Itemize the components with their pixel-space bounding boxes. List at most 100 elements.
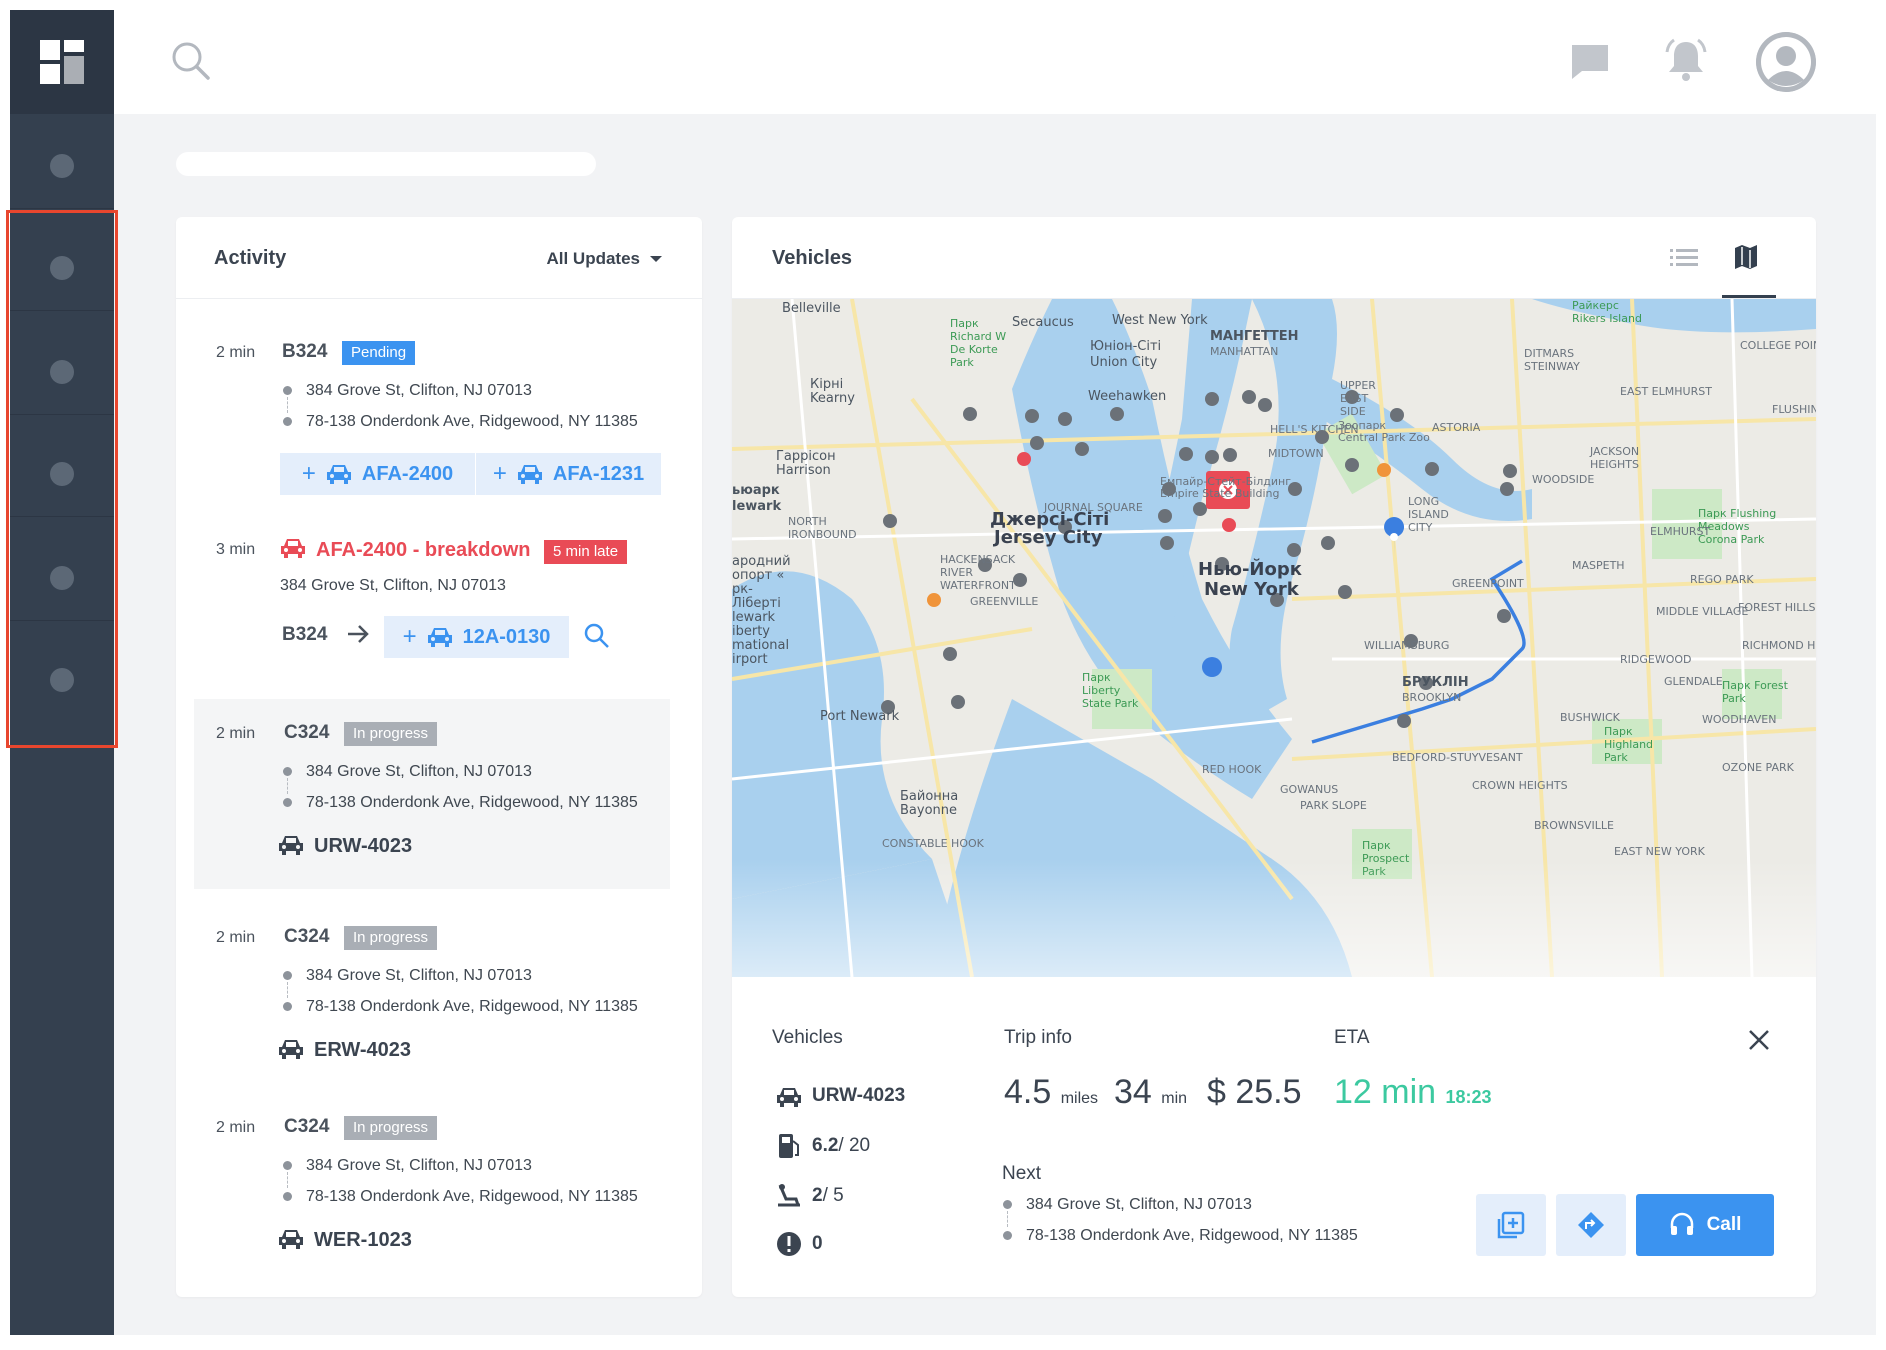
late-badge: 5 min late (544, 540, 628, 564)
activity-entry[interactable]: 2 min C324 In progress 384 Grove St, Cli… (176, 907, 702, 1097)
map-label: Harrison (776, 463, 831, 478)
map-label: New York (1204, 579, 1299, 600)
vehicle-id: 12A-0130 (462, 625, 551, 648)
avatar[interactable] (1756, 32, 1816, 92)
close-icon[interactable] (1748, 1029, 1770, 1051)
map-label: Union City (1090, 355, 1158, 370)
activity-entry[interactable]: 2 min B324 Pending 384 Grove St, Clifton… (176, 299, 702, 499)
minutes-unit: min (1161, 1090, 1188, 1107)
pickup-address: 384 Grove St, Clifton, NJ 07013 (306, 1157, 532, 1174)
map-label: Kearny (810, 391, 855, 406)
pickup-dot-icon (283, 971, 292, 980)
map-label: Weehawken (1088, 389, 1167, 404)
dashboard-logo-icon[interactable] (10, 10, 114, 114)
map-fade (732, 859, 1816, 977)
pickup-dot-icon (1003, 1200, 1012, 1209)
entry-code: B324 (282, 341, 328, 362)
car-icon (279, 1040, 303, 1059)
dropoff-dot-icon (283, 1002, 292, 1011)
car-icon (279, 836, 303, 855)
map-label: West New York (1112, 313, 1208, 328)
bell-icon[interactable] (1664, 38, 1708, 87)
sidebar-item-1[interactable] (50, 154, 74, 178)
map-label: LONG ISLAND CITY (1408, 495, 1449, 534)
search-icon[interactable] (170, 40, 212, 82)
map-label: CONSTABLE HOOK (882, 837, 984, 850)
entry-time: 2 min (216, 1119, 256, 1136)
directions-button[interactable] (1556, 1194, 1626, 1256)
map-label: GOWANUS (1280, 783, 1339, 796)
next-dropoff-address: 78-138 Onderdonk Ave, Ridgewood, NY 1138… (1026, 1227, 1358, 1244)
call-button[interactable]: Call (1636, 1194, 1774, 1256)
seats-value: 2 (812, 1185, 823, 1206)
map-label: EAST NEW YORK (1614, 845, 1705, 858)
search-icon[interactable] (584, 623, 610, 649)
fuel-level: 6.2/ 20 (812, 1135, 870, 1157)
entry-code: C324 (284, 1116, 330, 1137)
fuel-total: / 20 (838, 1135, 871, 1156)
trip-price: $ 25.5 (1207, 1073, 1302, 1111)
activity-entry[interactable]: 2 min C324 In progress 384 Grove St, Cli… (176, 1097, 702, 1287)
add-stop-button[interactable] (1476, 1194, 1546, 1256)
map-label: PARK SLOPE (1300, 799, 1367, 812)
map-label: Парк Richard W De Korte Park (950, 317, 1007, 369)
assign-vehicle-button[interactable]: + 12A-0130 (384, 616, 569, 658)
dropoff-address: 78-138 Onderdonk Ave, Ridgewood, NY 1138… (306, 794, 638, 811)
map-label: Байонна (900, 789, 959, 804)
assign-vehicle-button[interactable]: + AFA-1231 (476, 453, 661, 495)
map-label: Нью-Йорк (1198, 559, 1302, 580)
car-icon (281, 539, 305, 558)
miles-unit: miles (1060, 1090, 1099, 1107)
chat-icon[interactable] (1570, 43, 1610, 86)
vehicle-id: AFA-2400 (361, 462, 454, 485)
breadcrumb-placeholder (176, 152, 596, 176)
filter-dropdown[interactable]: All Updates (522, 243, 662, 273)
entry-time: 3 min (216, 541, 256, 558)
pickup-address: 384 Grove St, Clifton, NJ 07013 (306, 967, 532, 984)
map-label: WOODSIDE (1532, 473, 1595, 486)
map-view-icon[interactable] (1732, 243, 1760, 276)
assign-vehicle-button[interactable]: + AFA-2400 (280, 453, 475, 495)
map-label: UPPER EAST SIDE (1340, 379, 1376, 418)
map-label: Юніон-Сіті (1090, 339, 1162, 354)
fuel-value: 6.2 (812, 1135, 839, 1156)
map-label: ьюарк (732, 483, 780, 498)
pickup-address: 384 Grove St, Clifton, NJ 07013 (306, 763, 532, 780)
pickup-dot-icon (283, 1161, 292, 1170)
entry-time: 2 min (216, 344, 256, 361)
map-label: CROWN HEIGHTS (1472, 779, 1568, 792)
map-label: Парк Forest Park (1722, 679, 1788, 705)
vehicle-id: URW-4023 (314, 835, 413, 857)
pickup-address: 384 Grove St, Clifton, NJ 07013 (306, 382, 532, 399)
headset-icon (1670, 1212, 1693, 1235)
map-label: DITMARS STEINWAY (1524, 347, 1580, 373)
directions-icon (1578, 1212, 1604, 1238)
minutes-value: 34 (1114, 1073, 1152, 1111)
map-label: ародний опорт « рк-Ліберті lewark iberty… (732, 554, 791, 667)
map-label: FOREST HILLS (1738, 601, 1816, 614)
map-label: HACKENSACK RIVER WATERFRONT (940, 553, 1016, 592)
map-label: GREENVILLE (970, 595, 1039, 608)
map-label: Empire State Building (1160, 487, 1280, 500)
alert-icon (777, 1232, 801, 1256)
map-label: BUSHWICK (1560, 711, 1620, 724)
city-map[interactable]: Belleville Secaucus West New York МАНГЕТ… (732, 299, 1816, 977)
map-label: OZONE PARK (1722, 761, 1794, 774)
map-label: BROOKLYN (1402, 691, 1462, 704)
activity-entry-selected[interactable]: 2 min C324 In progress 384 Grove St, Cli… (194, 699, 670, 889)
breakdown-address: 384 Grove St, Clifton, NJ 07013 (280, 577, 506, 594)
dropoff-address: 78-138 Onderdonk Ave, Ridgewood, NY 1138… (306, 413, 638, 430)
eta-minutes: 12 min (1334, 1073, 1437, 1111)
miles-value: 4.5 (1004, 1073, 1052, 1111)
car-icon (517, 465, 542, 484)
entry-code: C324 (284, 926, 330, 947)
status-badge: In progress (344, 926, 438, 950)
trip-distance: 4.5 miles (1004, 1073, 1098, 1112)
map-label: BROWNSVILLE (1534, 819, 1614, 832)
map-label: Port Newark (820, 709, 900, 724)
activity-entry-alert[interactable]: 3 min AFA-2400 - breakdown 5 min late 38… (176, 499, 702, 679)
seat-count: 2/ 5 (812, 1185, 844, 1207)
list-view-icon[interactable] (1670, 247, 1698, 272)
status-badge: Pending (342, 341, 416, 365)
route-line (1007, 1211, 1008, 1227)
